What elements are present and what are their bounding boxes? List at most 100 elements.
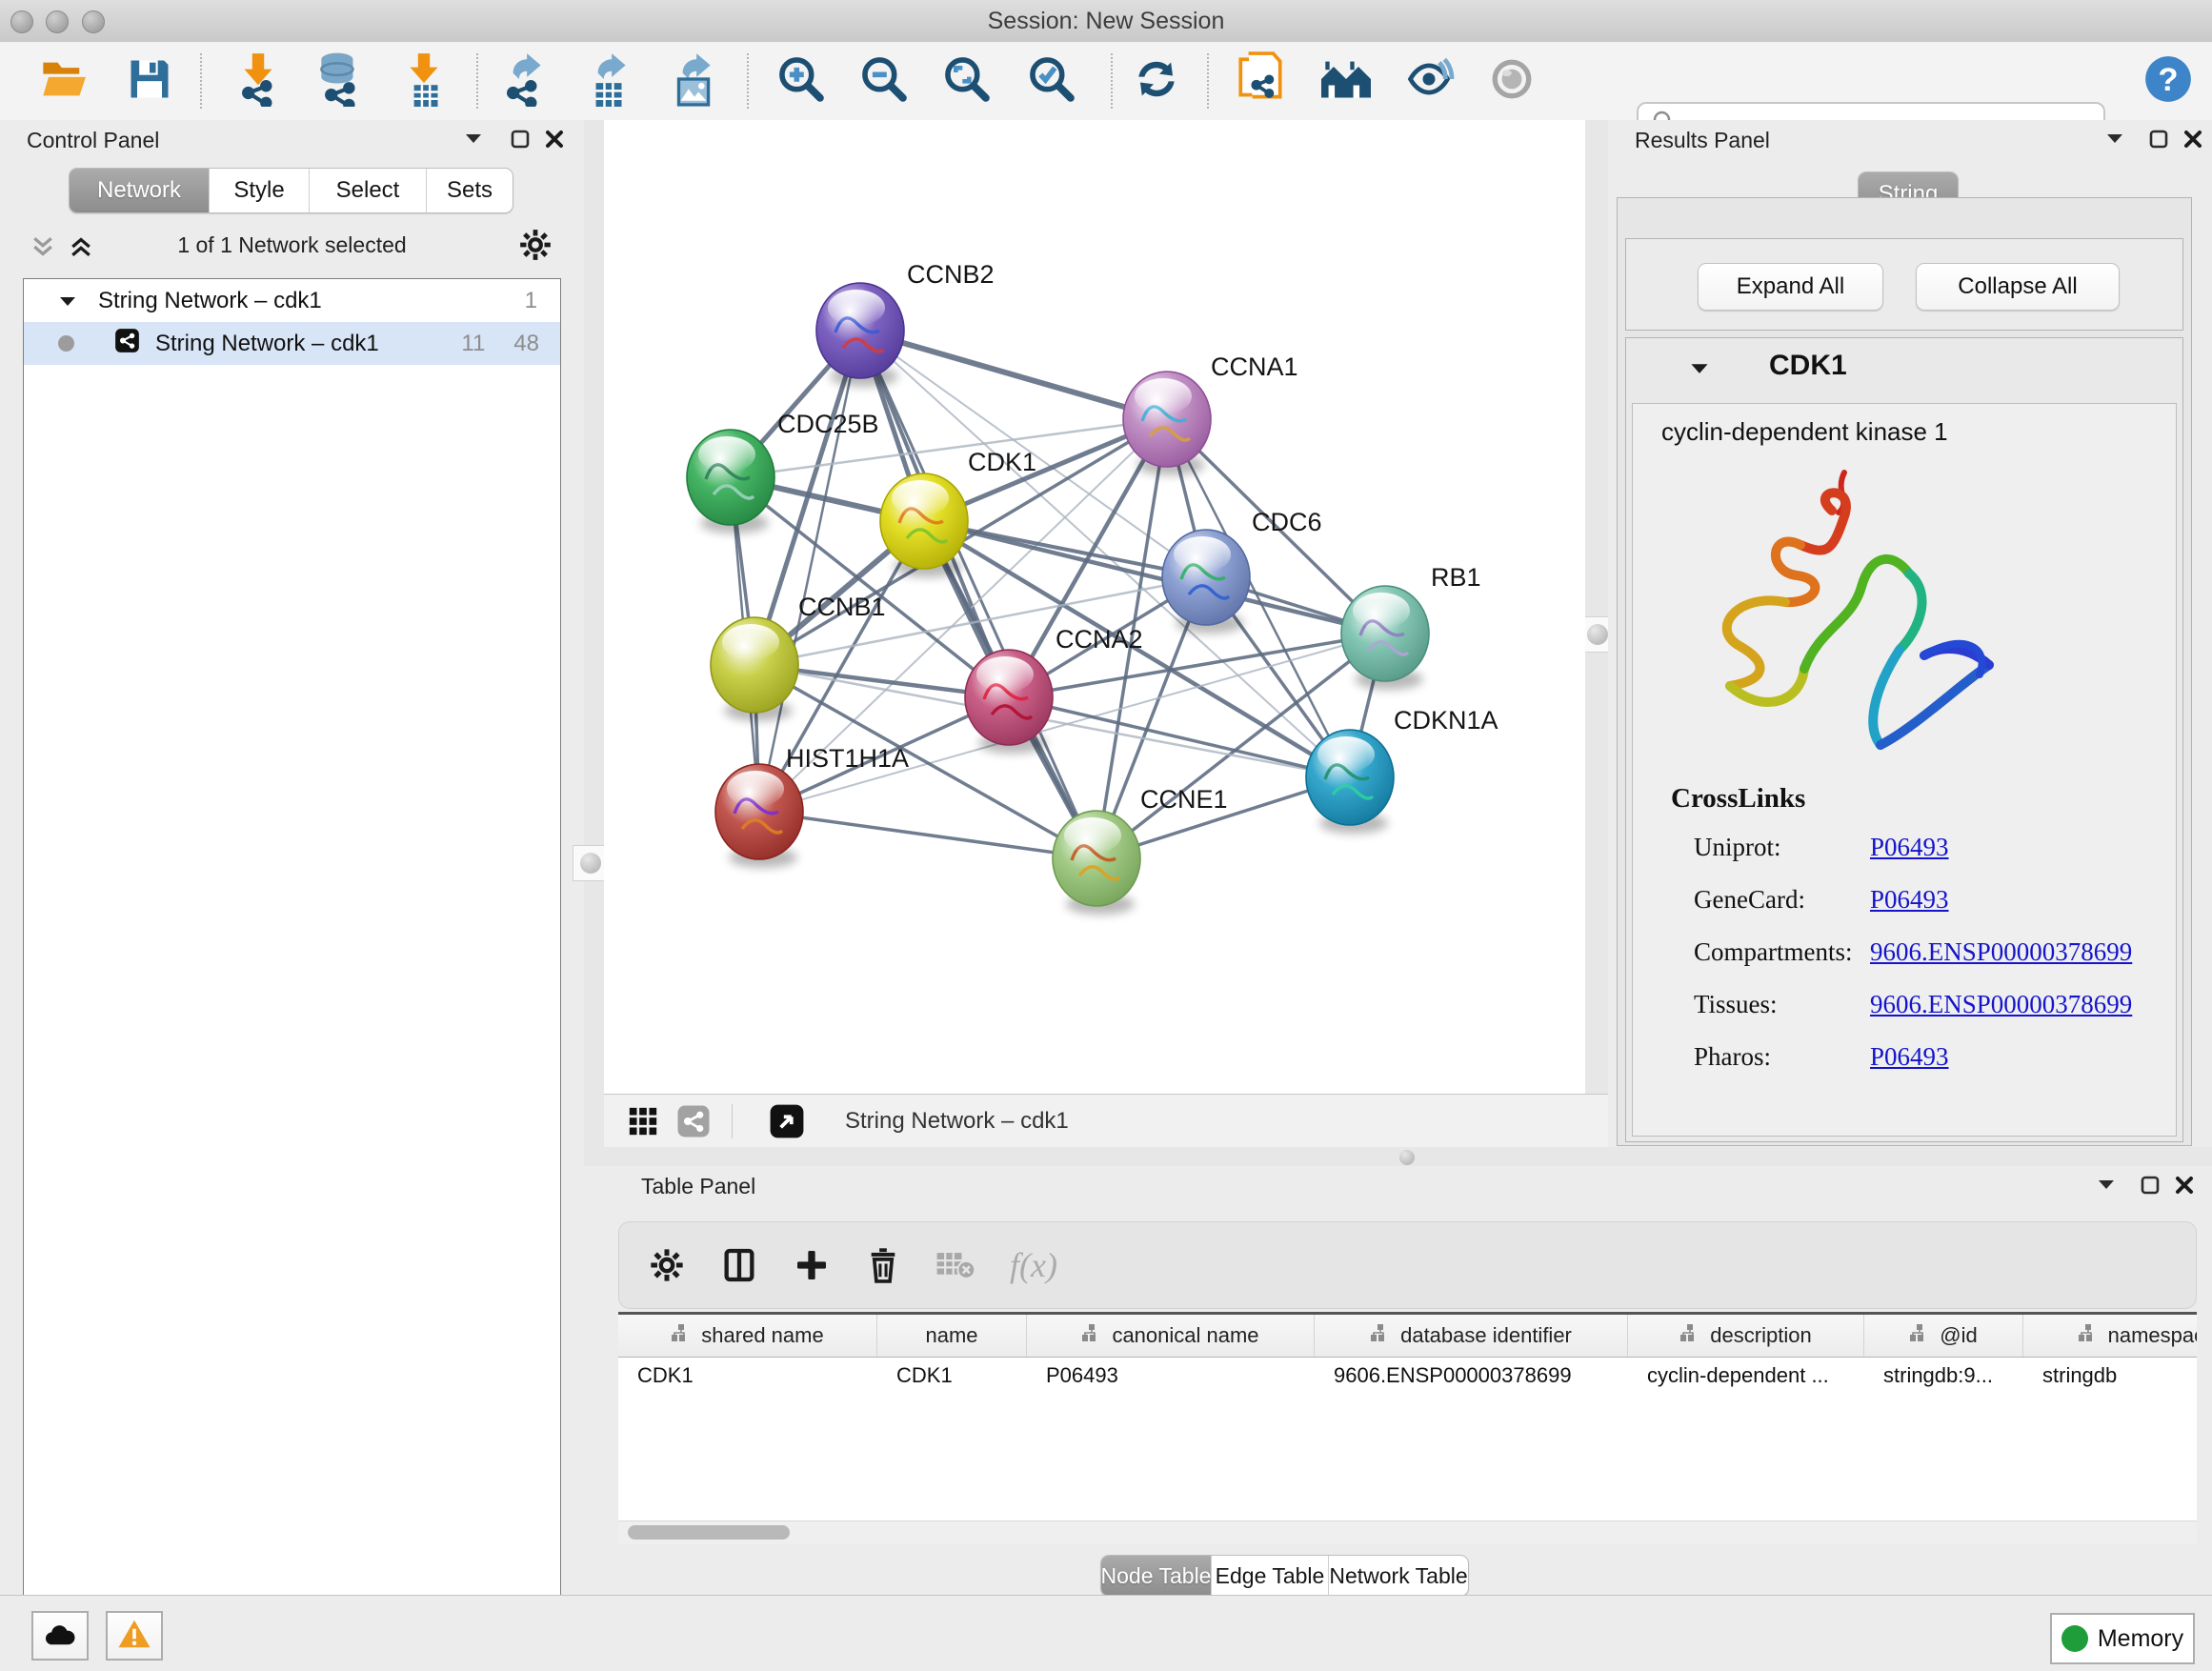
column-header-canonical-name[interactable]: canonical name — [1027, 1315, 1315, 1357]
network-node-CCNB2[interactable]: CCNB2 — [816, 260, 995, 387]
export-table-button[interactable] — [576, 48, 639, 114]
network-edge[interactable] — [759, 812, 1096, 858]
refresh-button[interactable] — [1125, 48, 1188, 114]
network-node-CCNE1[interactable]: CCNE1 — [1053, 785, 1228, 915]
table-hscrollbar[interactable] — [618, 1520, 2197, 1544]
network-node-CCNB1[interactable]: CCNB1 — [711, 593, 886, 721]
float-panel-icon[interactable] — [509, 128, 532, 151]
memory-button[interactable]: Memory — [2050, 1613, 2195, 1664]
network-node-CDKN1A[interactable]: CDKN1A — [1306, 706, 1498, 834]
network-graph[interactable]: CCNB2CCNA1CDC25BCDK1CDC6RB1CCNB1CCNA2CDK… — [604, 120, 1585, 1094]
delete-column-icon[interactable] — [865, 1246, 901, 1284]
toolbar-separator — [1207, 53, 1209, 109]
column-header-description[interactable]: description — [1628, 1315, 1864, 1357]
tab-network-table[interactable]: Network Table — [1328, 1556, 1468, 1596]
column-header-database-identifier[interactable]: database identifier — [1315, 1315, 1628, 1357]
crosslink-value-link[interactable]: P06493 — [1870, 1042, 1949, 1072]
column-header-namespace[interactable]: namespace — [2023, 1315, 2197, 1357]
collapse-all-button[interactable]: Collapse All — [1916, 263, 2120, 311]
tree-expander-icon[interactable] — [58, 288, 77, 314]
show-hide-graphics-button[interactable] — [1398, 48, 1460, 114]
network-node-CDC25B[interactable]: CDC25B — [687, 410, 879, 534]
network-collection-row[interactable]: String Network – cdk1 1 — [24, 279, 560, 322]
gene-section: CDK1 cyclin-dependent kinase 1 — [1625, 337, 2183, 1142]
show-graphics-details-button[interactable] — [1480, 48, 1543, 114]
show-columns-icon[interactable] — [720, 1246, 758, 1284]
save-session-button[interactable] — [118, 48, 181, 114]
network-edge[interactable] — [759, 331, 860, 812]
network-share-gray-icon[interactable] — [676, 1104, 711, 1138]
crosslink-label: Compartments: — [1694, 937, 1870, 967]
network-edge[interactable] — [860, 331, 1167, 419]
hscrollbar-thumb[interactable] — [628, 1525, 790, 1540]
tab-network[interactable]: Network — [70, 169, 209, 212]
zoom-fit-button[interactable] — [935, 48, 998, 114]
column-header-name[interactable]: name — [877, 1315, 1027, 1357]
collection-count: 1 — [525, 288, 537, 314]
help-button[interactable]: ? — [2137, 48, 2200, 114]
network-edge[interactable] — [1009, 697, 1350, 777]
crosslink-value-link[interactable]: P06493 — [1870, 833, 1949, 862]
column-header-shared-name[interactable]: shared name — [618, 1315, 877, 1357]
import-table-button[interactable] — [392, 48, 455, 114]
float-panel-icon[interactable] — [2147, 128, 2170, 151]
zoom-selected-button[interactable] — [1020, 48, 1083, 114]
table-cell[interactable]: P06493 — [1027, 1358, 1315, 1394]
tab-node-table[interactable]: Node Table — [1101, 1556, 1211, 1596]
close-panel-icon[interactable] — [2182, 128, 2204, 151]
birdseye-grid-icon[interactable] — [627, 1105, 659, 1137]
gene-name[interactable]: CDK1 — [1769, 350, 1847, 382]
panel-menu-icon[interactable] — [2097, 1178, 2116, 1191]
cloud-status-button[interactable] — [31, 1611, 89, 1661]
close-panel-icon[interactable] — [2173, 1174, 2196, 1197]
detach-view-icon[interactable] — [769, 1103, 805, 1139]
tab-style[interactable]: Style — [209, 169, 309, 212]
import-network-database-button[interactable] — [308, 48, 371, 114]
table-cell[interactable]: 9606.ENSP00000378699 — [1315, 1358, 1628, 1394]
open-session-button[interactable] — [32, 48, 95, 114]
panel-menu-icon[interactable] — [464, 131, 483, 145]
float-panel-icon[interactable] — [2139, 1174, 2162, 1197]
network-options-gear-icon[interactable] — [517, 227, 553, 263]
table-cell[interactable]: stringdb — [2023, 1358, 2197, 1394]
zoom-in-button[interactable] — [770, 48, 833, 114]
tab-edge-table[interactable]: Edge Table — [1211, 1556, 1328, 1596]
network-overview-button[interactable] — [1315, 48, 1377, 114]
close-panel-icon[interactable] — [543, 128, 566, 151]
table-cell[interactable]: CDK1 — [618, 1358, 877, 1394]
network-node-CDC6[interactable]: CDC6 — [1162, 508, 1322, 634]
table-cell[interactable]: CDK1 — [877, 1358, 1027, 1394]
horizontal-splitter[interactable] — [584, 1147, 2212, 1166]
add-column-icon[interactable] — [793, 1246, 831, 1284]
first-neighbors-button[interactable] — [1229, 48, 1292, 114]
network-edge[interactable] — [860, 331, 1096, 858]
table-options-gear-icon[interactable] — [648, 1246, 686, 1284]
crosslink-value-link[interactable]: 9606.ENSP00000378699 — [1870, 990, 2132, 1019]
table-cell[interactable]: cyclin-dependent ... — [1628, 1358, 1864, 1394]
import-network-file-button[interactable] — [227, 48, 290, 114]
tab-select[interactable]: Select — [309, 169, 426, 212]
tab-sets[interactable]: Sets — [426, 169, 513, 212]
panel-menu-icon[interactable] — [2105, 131, 2124, 145]
warnings-button[interactable] — [106, 1611, 163, 1661]
crosslink-value-link[interactable]: P06493 — [1870, 885, 1949, 915]
table-cell[interactable]: stringdb:9... — [1864, 1358, 2023, 1394]
network-node-HIST1H1A[interactable]: HIST1H1A — [715, 744, 909, 868]
export-image-button[interactable] — [661, 48, 724, 114]
crosslink-row: GeneCard:P06493 — [1694, 874, 2161, 926]
network-node-CCNA1[interactable]: CCNA1 — [1123, 352, 1298, 475]
export-network-button[interactable] — [492, 48, 554, 114]
left-splitter[interactable] — [584, 120, 604, 1166]
network-edge[interactable] — [924, 521, 1385, 634]
network-node-RB1[interactable]: RB1 — [1341, 563, 1481, 690]
horizontal-splitter-handle[interactable] — [1399, 1150, 1415, 1165]
table-row[interactable]: CDK1CDK1P064939606.ENSP00000378699cyclin… — [618, 1358, 2197, 1394]
column-header--id[interactable]: @id — [1864, 1315, 2023, 1357]
section-expander-icon[interactable] — [1689, 361, 1710, 375]
network-canvas[interactable]: CCNB2CCNA1CDC25BCDK1CDC6RB1CCNB1CCNA2CDK… — [604, 120, 1585, 1094]
export-table-icon — [581, 51, 634, 111]
zoom-out-button[interactable] — [853, 48, 915, 114]
crosslink-value-link[interactable]: 9606.ENSP00000378699 — [1870, 937, 2132, 967]
network-row-selected[interactable]: String Network – cdk1 11 48 — [24, 322, 560, 365]
expand-all-button[interactable]: Expand All — [1698, 263, 1883, 311]
